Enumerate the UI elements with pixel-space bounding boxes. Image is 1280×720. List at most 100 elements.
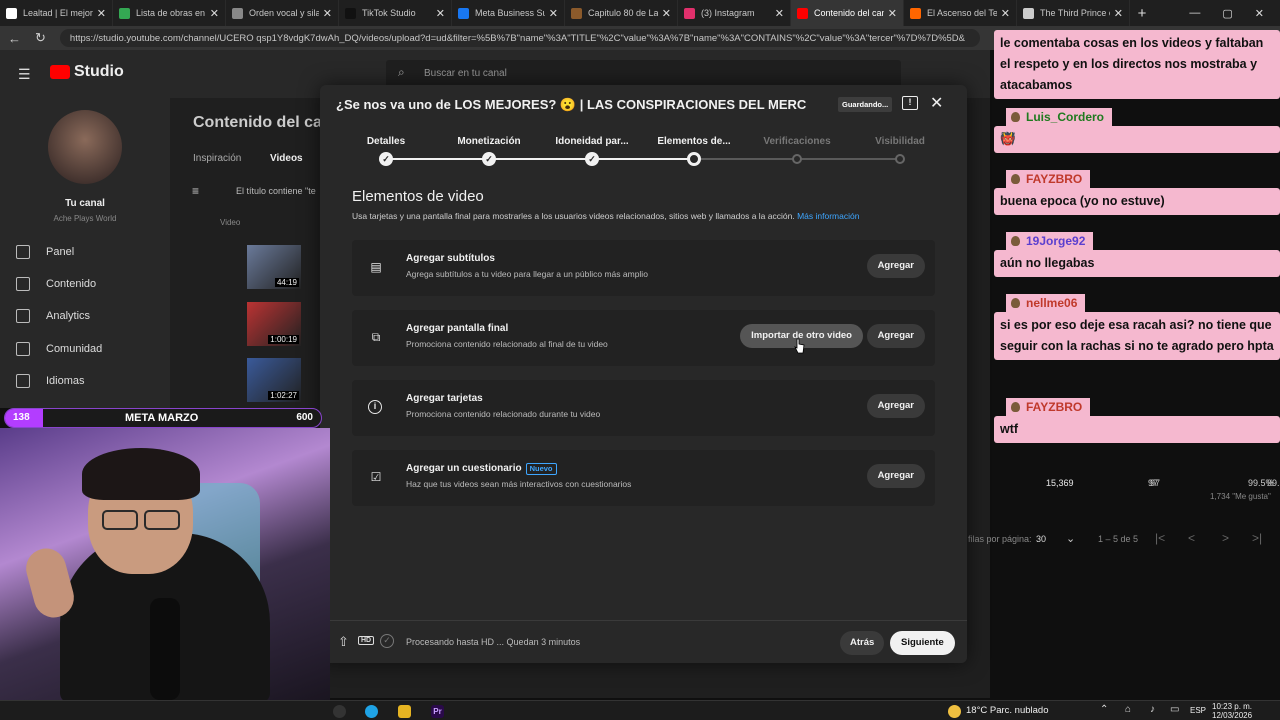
chat-message: aún no llegabas (994, 250, 1280, 277)
url-input[interactable]: https://studio.youtube.com/channel/UCERO… (59, 29, 980, 47)
video-thumbnail[interactable]: 44:19 (247, 245, 301, 289)
tab-close-icon[interactable]: ✕ (97, 7, 106, 20)
maximize-icon[interactable]: ▢ (1222, 7, 1232, 20)
browser-tab[interactable]: (3) Instagram ✕ (678, 0, 791, 26)
sidebar-item-analytics[interactable]: Analytics (16, 309, 90, 323)
step-check-icon[interactable]: ✓ (379, 152, 393, 166)
close-icon[interactable]: ✕ (930, 93, 943, 113)
step-dot[interactable] (687, 152, 701, 166)
chat-message: 👹 (994, 126, 1280, 153)
tab-favicon-icon (797, 7, 808, 19)
hamburger-menu-icon[interactable]: ☰ (18, 66, 31, 83)
browser-tab[interactable]: Lealtad | El mejor sof ✕ (0, 0, 113, 26)
video-duration: 1:02:27 (268, 391, 299, 400)
browser-tab[interactable]: Lista de obras en seg ✕ (113, 0, 226, 26)
tab-close-icon[interactable]: ✕ (1114, 7, 1123, 20)
tab-close-icon[interactable]: ✕ (888, 7, 897, 20)
browser-tab[interactable]: The Third Prince of t ✕ (1017, 0, 1130, 26)
sidebar-item-comunidad[interactable]: Comunidad (16, 342, 102, 356)
channel-avatar[interactable] (48, 110, 122, 184)
more-info-link[interactable]: Más información (797, 211, 859, 221)
step-dot[interactable] (895, 154, 905, 164)
rows-per-page-select[interactable]: 30 (1036, 534, 1046, 544)
filter-chip[interactable]: El título contiene "te (236, 186, 316, 196)
volume-icon[interactable]: ♪ (1150, 704, 1155, 715)
step-label[interactable]: Elementos de... (657, 136, 730, 147)
content-icon (16, 277, 30, 291)
back-button[interactable]: Atrás (840, 631, 885, 655)
tab-close-icon[interactable]: ✕ (436, 7, 445, 20)
browser-tab[interactable]: Contenido del canal ✕ (791, 0, 904, 26)
add-quiz-button[interactable]: Agregar (866, 464, 925, 488)
browser-tab[interactable]: Orden vocal y silaba ✕ (226, 0, 339, 26)
last-page-icon[interactable]: >| (1252, 531, 1262, 545)
first-page-icon[interactable]: |< (1155, 531, 1165, 545)
browser-tab-strip: Lealtad | El mejor sof✕Lista de obras en… (0, 0, 1280, 26)
sidebar-item-panel[interactable]: Panel (16, 245, 74, 259)
tab-videos[interactable]: Videos (270, 153, 303, 164)
youtube-logo-icon (50, 65, 70, 79)
browser-tab[interactable]: El Ascenso del Terce ✕ (904, 0, 1017, 26)
step-check-icon[interactable]: ✓ (482, 152, 496, 166)
tab-close-icon[interactable]: ✕ (775, 7, 784, 20)
dialog-footer: ⇧ HD ✓ Procesando hasta HD ... Quedan 3 … (320, 620, 967, 663)
back-arrow-icon[interactable]: ← (8, 31, 21, 46)
prev-page-icon[interactable]: < (1188, 531, 1195, 545)
edge-icon[interactable] (365, 705, 378, 718)
window-close-icon[interactable]: ✕ (1255, 7, 1264, 20)
tray-chevron-icon[interactable]: ⌃ (1100, 704, 1108, 715)
next-button[interactable]: Siguiente (890, 631, 955, 655)
tab-close-icon[interactable]: ✕ (549, 7, 558, 20)
next-page-icon[interactable]: > (1222, 531, 1229, 545)
step-label[interactable]: Idoneidad par... (555, 136, 628, 147)
obs-icon[interactable] (333, 705, 346, 718)
folder-icon[interactable] (398, 705, 411, 718)
add-end-screen-button[interactable]: Agregar (866, 324, 925, 348)
chevron-down-icon[interactable]: ⌄ (1066, 532, 1075, 545)
browser-tab[interactable]: Capitulo 80 de Las ✕ (565, 0, 678, 26)
rows-per-page-label: filas por página: (968, 534, 1032, 544)
sidebar-item-contenido[interactable]: Contenido (16, 277, 96, 291)
feedback-icon[interactable]: ! (902, 96, 918, 110)
step-check-icon[interactable]: ✓ (585, 152, 599, 166)
saving-badge: Guardando... (838, 97, 893, 112)
card-subtitle: Haz que tus videos sean más interactivos… (406, 479, 632, 489)
language-indicator[interactable]: ESP (1190, 706, 1206, 715)
browser-tab[interactable]: TikTok Studio ✕ (339, 0, 452, 26)
clock[interactable]: 10:23 p. m. 12/03/2026 (1212, 702, 1252, 720)
step-dot[interactable] (792, 154, 802, 164)
search-box[interactable]: ⌕ Buscar en tu canal (386, 60, 901, 87)
add-cards-button[interactable]: Agregar (866, 394, 925, 418)
step-label[interactable]: Verificaciones (763, 136, 830, 147)
premiere-icon[interactable]: Pr (431, 705, 444, 718)
card-title: Agregar un cuestionario Nuevo (406, 463, 557, 475)
tab-inspiracion[interactable]: Inspiración (193, 153, 241, 164)
tab-label: Contenido del canal (814, 8, 884, 18)
tab-close-icon[interactable]: ✕ (662, 7, 671, 20)
sidebar-item-idiomas[interactable]: Idiomas (16, 374, 85, 388)
reload-icon[interactable]: ↻ (35, 30, 46, 46)
minimize-icon[interactable]: — (1189, 7, 1200, 20)
tab-favicon-icon (458, 7, 469, 19)
tab-close-icon[interactable]: ✕ (323, 7, 332, 20)
chat-username: Luis_Cordero (1006, 108, 1113, 126)
video-thumbnail[interactable]: 1:00:19 (247, 302, 301, 346)
step-label[interactable]: Monetización (457, 136, 520, 147)
stepper-progress (386, 158, 694, 160)
step-label[interactable]: Visibilidad (875, 136, 925, 147)
filter-icon[interactable]: ≡ (192, 184, 199, 198)
taskbar: Pr 18°C Parc. nublado ⌃ ⌂ ♪ ▭ ESP 10:23 … (0, 700, 1280, 720)
network-icon[interactable]: ⌂ (1125, 704, 1131, 715)
tab-favicon-icon (910, 7, 921, 19)
tab-close-icon[interactable]: ✕ (210, 7, 219, 20)
battery-icon[interactable]: ▭ (1170, 704, 1179, 715)
check-circle-icon: ✓ (380, 634, 394, 648)
step-label[interactable]: Detalles (367, 136, 405, 147)
chat-username: 19Jorge92 (1006, 232, 1094, 250)
video-thumbnail[interactable]: 1:02:27 (247, 358, 301, 402)
add-subtitles-button[interactable]: Agregar (866, 254, 925, 278)
tab-close-icon[interactable]: ✕ (1001, 7, 1010, 20)
new-badge: Nuevo (525, 463, 557, 475)
new-tab-icon[interactable]: + (1130, 5, 1154, 22)
browser-tab[interactable]: Meta Business Suite ✕ (452, 0, 565, 26)
